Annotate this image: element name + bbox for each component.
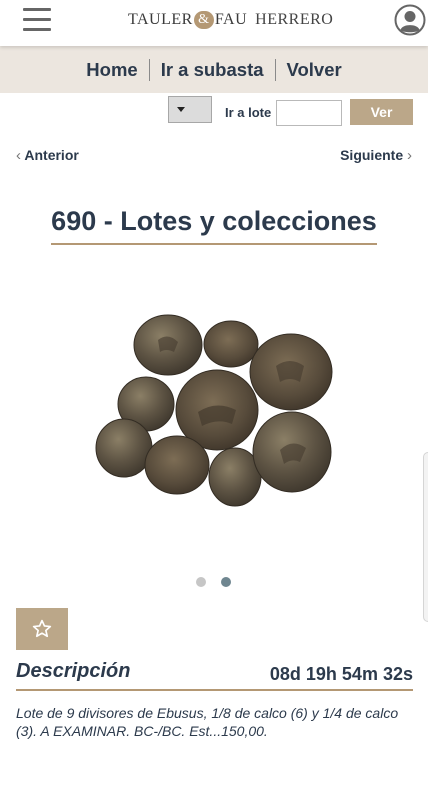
goto-lot-label: Ir a lote xyxy=(225,105,272,120)
lot-image[interactable] xyxy=(88,300,344,520)
side-scroll-tab[interactable] xyxy=(423,452,428,622)
favorite-button[interactable] xyxy=(16,608,68,650)
star-icon xyxy=(32,619,52,638)
nav-auction-link[interactable]: Ir a subasta xyxy=(150,59,275,81)
image-carousel-indicator xyxy=(195,577,235,589)
main-nav: Home Ir a subasta Volver xyxy=(0,46,428,93)
description-heading: Descripción xyxy=(16,660,131,682)
lot-title-text: 690 - Lotes y colecciones xyxy=(51,206,377,245)
carousel-dot-active[interactable] xyxy=(221,577,231,587)
next-lot-link[interactable]: Siguiente › xyxy=(340,147,412,164)
previous-lot-link[interactable]: ‹ Anterior xyxy=(16,147,79,164)
top-bar: TAULER & FAU HERRERO xyxy=(0,0,428,46)
view-lot-button[interactable]: Ver xyxy=(350,99,413,125)
carousel-dot[interactable] xyxy=(196,577,206,587)
description-header: Descripción 08d 19h 54m 32s xyxy=(16,657,413,691)
lot-dropdown[interactable] xyxy=(168,96,212,123)
lot-title: 690 - Lotes y colecciones xyxy=(0,206,428,245)
next-label: Siguiente xyxy=(340,147,404,163)
previous-label: Anterior xyxy=(24,147,79,163)
goto-lot-input[interactable] xyxy=(276,100,342,126)
lot-jump-bar: Ir a lote Ver xyxy=(0,96,428,128)
nav-home-link[interactable]: Home xyxy=(75,59,148,81)
nav-back-link[interactable]: Volver xyxy=(276,59,353,81)
brand-herrero: HERRERO xyxy=(255,11,334,28)
brand-fau: FAU xyxy=(214,11,248,28)
brand-ampersand: & xyxy=(193,11,214,29)
description-text: Lote de 9 divisores de Ebusus, 1/8 de ca… xyxy=(16,705,399,739)
brand-tauler: TAULER xyxy=(128,11,193,28)
auction-countdown: 08d 19h 54m 32s xyxy=(269,664,413,684)
caret-down-icon xyxy=(177,107,185,112)
chevron-right-icon: › xyxy=(407,147,412,164)
chevron-left-icon: ‹ xyxy=(16,147,21,164)
hamburger-menu-icon[interactable] xyxy=(23,8,51,32)
user-account-icon[interactable] xyxy=(394,4,426,36)
brand-logo[interactable]: TAULER & FAU HERRERO xyxy=(128,11,333,29)
lot-pager: ‹ Anterior Siguiente › xyxy=(0,147,428,167)
